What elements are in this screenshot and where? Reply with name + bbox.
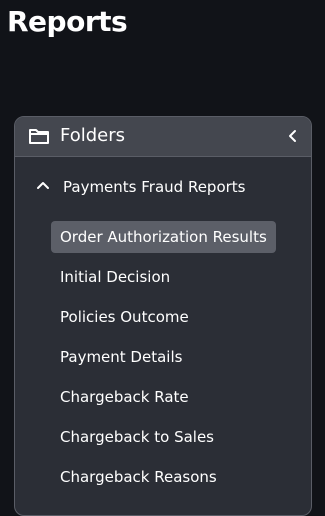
report-item-policies-outcome[interactable]: Policies Outcome (51, 301, 198, 333)
folders-panel: Folders Payments Fraud Reports Order Aut… (14, 116, 312, 516)
page-title: Reports (7, 5, 128, 38)
report-item-initial-decision[interactable]: Initial Decision (51, 261, 179, 293)
report-item-chargeback-rate[interactable]: Chargeback Rate (51, 381, 198, 413)
folder-group-label: Payments Fraud Reports (63, 178, 246, 196)
folders-panel-header: Folders (15, 117, 311, 157)
folders-panel-title: Folders (60, 125, 126, 146)
folder-icon (29, 129, 49, 144)
chevron-left-icon[interactable] (285, 128, 301, 144)
folder-group-payments-fraud-reports[interactable]: Payments Fraud Reports (15, 173, 311, 201)
chevron-up-icon (37, 182, 49, 189)
report-list: Order Authorization Results Initial Deci… (51, 221, 276, 501)
report-item-chargeback-to-sales[interactable]: Chargeback to Sales (51, 421, 223, 453)
report-item-chargeback-reasons[interactable]: Chargeback Reasons (51, 461, 226, 493)
report-item-order-authorization-results[interactable]: Order Authorization Results (51, 221, 276, 253)
report-item-payment-details[interactable]: Payment Details (51, 341, 191, 373)
